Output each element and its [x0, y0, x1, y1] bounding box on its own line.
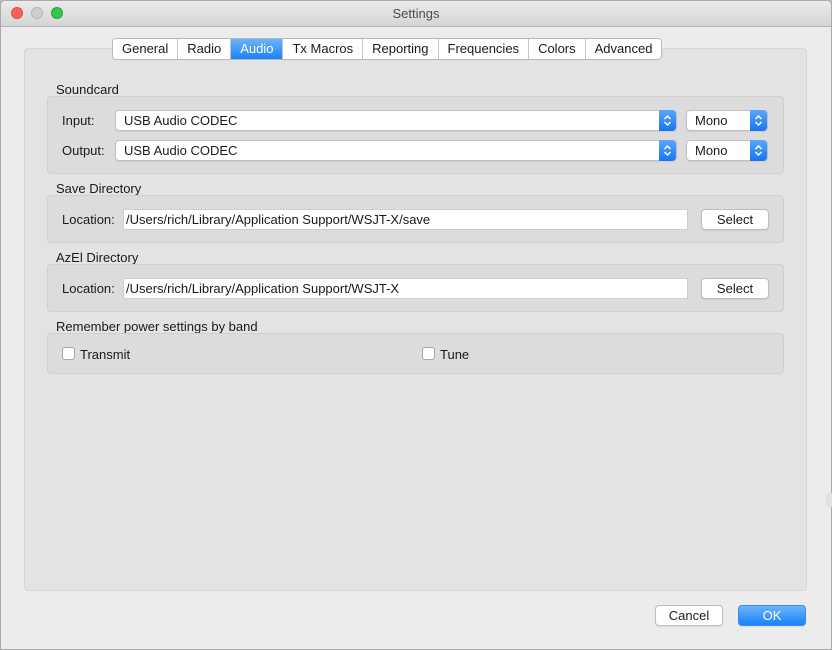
tab-frequencies[interactable]: Frequencies [438, 39, 530, 59]
transmit-checkbox[interactable] [62, 347, 75, 360]
input-label: Input: [62, 113, 95, 128]
window-title: Settings [392, 6, 440, 21]
updown-arrows-icon [659, 110, 676, 131]
power-settings-title: Remember power settings by band [56, 319, 258, 334]
title-bar: Settings [1, 1, 831, 27]
tab-bar: General Radio Audio Tx Macros Reporting … [112, 38, 663, 60]
tab-audio[interactable]: Audio [231, 39, 284, 59]
output-device-value: USB Audio CODEC [124, 143, 238, 158]
soundcard-group-title: Soundcard [56, 82, 119, 97]
tab-advanced[interactable]: Advanced [585, 39, 662, 59]
tab-reporting[interactable]: Reporting [363, 39, 439, 59]
output-channel-select[interactable]: Mono [686, 140, 768, 161]
azel-location-label: Location: [62, 281, 115, 296]
power-settings-group [47, 333, 784, 374]
azel-directory-title: AzEl Directory [56, 250, 139, 265]
tab-tx-macros[interactable]: Tx Macros [283, 39, 364, 59]
updown-arrows-icon [659, 140, 676, 161]
updown-arrows-icon [750, 110, 767, 131]
azel-location-field[interactable]: /Users/rich/Library/Application Support/… [123, 278, 688, 299]
settings-window: Settings General Radio Audio Tx Macros R… [0, 0, 832, 650]
transmit-label[interactable]: Transmit [80, 347, 130, 362]
output-channel-value: Mono [695, 143, 728, 158]
cancel-button[interactable]: Cancel [655, 605, 723, 626]
input-channel-value: Mono [695, 113, 728, 128]
azel-location-value: /Users/rich/Library/Application Support/… [126, 281, 400, 296]
input-channel-select[interactable]: Mono [686, 110, 768, 131]
save-location-field[interactable]: /Users/rich/Library/Application Support/… [123, 209, 688, 230]
save-select-button[interactable]: Select [701, 209, 769, 230]
tab-radio[interactable]: Radio [178, 39, 232, 59]
save-location-value: /Users/rich/Library/Application Support/… [126, 212, 431, 227]
background-window-edge [826, 493, 832, 507]
ok-button[interactable]: OK [738, 605, 806, 626]
output-label: Output: [62, 143, 105, 158]
tune-checkbox[interactable] [422, 347, 435, 360]
tune-label[interactable]: Tune [440, 347, 469, 362]
save-location-label: Location: [62, 212, 115, 227]
soundcard-group [47, 96, 784, 174]
updown-arrows-icon [750, 140, 767, 161]
input-device-select[interactable]: USB Audio CODEC [115, 110, 677, 131]
input-device-value: USB Audio CODEC [124, 113, 238, 128]
save-directory-title: Save Directory [56, 181, 142, 196]
azel-select-button[interactable]: Select [701, 278, 769, 299]
tab-colors[interactable]: Colors [529, 39, 586, 59]
tab-general[interactable]: General [113, 39, 179, 59]
output-device-select[interactable]: USB Audio CODEC [115, 140, 677, 161]
